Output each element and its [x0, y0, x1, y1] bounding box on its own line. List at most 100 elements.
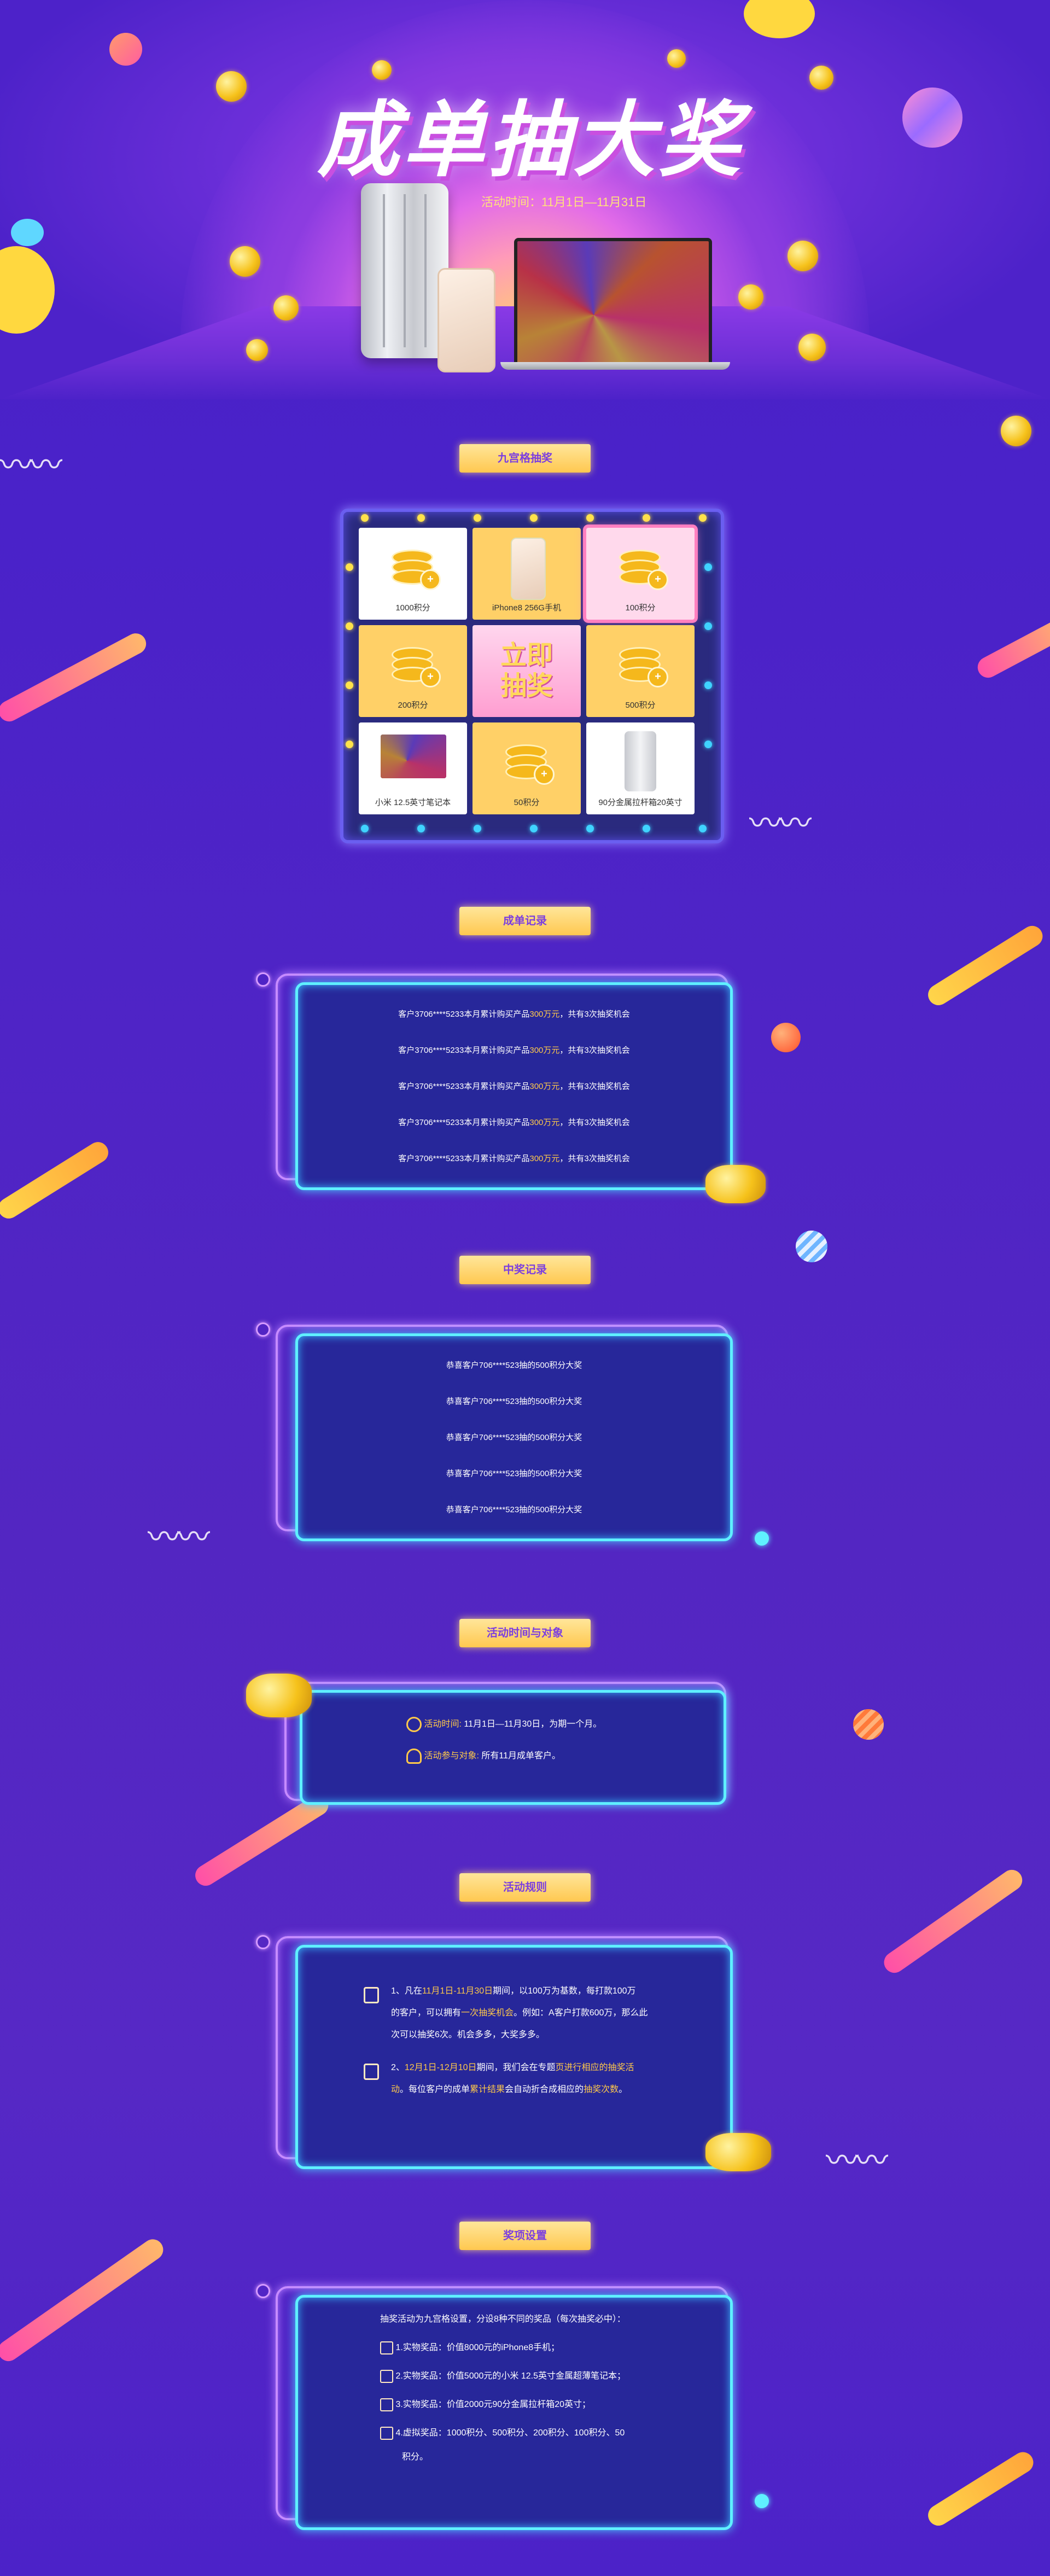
grid-prize-50-points: + 50积分 [472, 722, 581, 814]
grid-lamp [704, 741, 712, 748]
blue-balloon [11, 219, 44, 246]
coin-pile-icon [246, 1674, 312, 1717]
decor-bar [924, 922, 1047, 1010]
decor-bar [880, 1866, 1026, 1977]
grid-prize-1000-points: + 1000积分 [359, 528, 467, 620]
grid-prize-500-points: + 500积分 [586, 625, 695, 717]
grid-lamp [346, 563, 353, 571]
coin-icon [1001, 416, 1031, 446]
section-title-grid: 九宫格抽奖 [459, 444, 591, 473]
rule-2: 2、12月1日-12月10日期间，我们会在专题页进行相应的抽奖活 动。每位客户的… [391, 2063, 634, 2094]
record-line: 客户3706****5233本月累计购买产品300万元，共有3次抽奖机会 [398, 1154, 630, 1163]
grid-lamp [361, 825, 369, 832]
yellow-balloon [0, 246, 55, 334]
section-title-time-target: 活动时间与对象 [459, 1619, 591, 1647]
grid-lamp [346, 681, 353, 689]
grid-prize-iphone: iPhone8 256G手机 [472, 528, 581, 620]
planet-decor [771, 1023, 801, 1052]
striped-ball [109, 33, 142, 66]
laptop-image [514, 238, 712, 368]
record-line: 客户3706****5233本月累计购买产品300万元，共有3次抽奖机会 [398, 1046, 630, 1055]
activity-time: 活动时间：11月1日—11月31日 [481, 195, 647, 209]
decor-bar [0, 1138, 113, 1223]
wave-decor: 〰〰 [826, 2142, 888, 2179]
page-title: 成单抽大奖 [317, 94, 744, 186]
prize-item-2: 2.实物奖品：价值5000元的小米 12.5英寸金属超薄笔记本； [380, 2365, 626, 2387]
coin-icon [216, 71, 247, 102]
grid-prize-100-points: + 100积分 [586, 528, 695, 620]
coin-icon [788, 241, 818, 271]
prize-item-4: 4.虚拟奖品：1000积分、500积分、200积分、100积分、50 [380, 2422, 625, 2444]
coin-icon [372, 60, 392, 80]
wave-decor: 〰〰 [0, 447, 62, 483]
decor-bar [924, 2448, 1037, 2530]
neon-dot [755, 2494, 769, 2508]
coin-icon [738, 284, 763, 310]
decor-bar [0, 2235, 167, 2365]
coin-icon [667, 49, 686, 68]
gift-icon [380, 2369, 393, 2383]
grid-lamp [586, 514, 594, 522]
grid-lamp [361, 514, 369, 522]
decor-bar [974, 614, 1050, 681]
grid-lamp [586, 825, 594, 832]
grid-prize-suitcase: 90分金属拉杆箱20英寸 [586, 722, 695, 814]
gift-icon [380, 2341, 393, 2354]
activity-target-row: 活动参与对象: 所有11月成单客户。 [406, 1745, 561, 1767]
clipboard-icon [364, 1987, 379, 2003]
section-title-prizes: 奖项设置 [459, 2222, 591, 2250]
draw-now-button[interactable]: 立即抽奖 [472, 625, 581, 717]
activity-time-row: 活动时间: 11月1日—11月30日，为期一个月。 [406, 1714, 602, 1735]
wave-decor: 〰〰 [749, 805, 812, 842]
laptop-base [500, 362, 730, 370]
neon-dot [256, 972, 270, 987]
gift-icon [380, 2426, 393, 2440]
grid-prize-laptop: 小米 12.5英寸笔记本 [359, 722, 467, 814]
grid-lamp [346, 741, 353, 748]
draw-now-label: 立即抽奖 [500, 641, 553, 701]
neon-dot [256, 1935, 270, 1949]
grid-lamp [704, 622, 712, 630]
clock-icon [406, 1716, 422, 1732]
winners-panel: 恭喜客户706****523抽的500积分大奖 恭喜客户706****523抽的… [295, 1333, 733, 1541]
grid-lamp [643, 825, 650, 832]
grid-lamp [530, 514, 538, 522]
prizes-panel: 抽奖活动为九宫格设置，分设8种不同的奖品（每次抽奖必中）： 1.实物奖品：价值8… [295, 2295, 733, 2530]
rules-panel: 1、凡在11月1日-11月30日期间，以100万为基数，每打款100万 的客户，… [295, 1945, 733, 2169]
record-line: 客户3706****5233本月累计购买产品300万元，共有3次抽奖机会 [398, 1082, 630, 1091]
suitcase-thumbnail [625, 731, 656, 791]
wave-decor: 〰〰 [148, 1519, 210, 1555]
section-title-records: 成单记录 [459, 907, 591, 935]
gift-icon [380, 2398, 393, 2411]
grid-lamp [699, 825, 707, 832]
winner-line: 恭喜客户706****523抽的500积分大奖 [446, 1433, 582, 1442]
grid-lamp [474, 825, 481, 832]
neon-dot [755, 1531, 769, 1546]
hero-banner: 成单抽大奖 活动时间：11月1日—11月31日 [0, 0, 1050, 399]
laptop-thumbnail [381, 735, 446, 778]
records-panel: 客户3706****5233本月累计购买产品300万元，共有3次抽奖机会 客户3… [295, 982, 733, 1190]
section-title-rules: 活动规则 [459, 1873, 591, 1902]
prize-item-4-cont: 积分。 [402, 2452, 429, 2462]
planet-decor [853, 1709, 884, 1740]
grid-lamp [704, 681, 712, 689]
iphone-thumbnail [511, 538, 546, 600]
planet-decor [796, 1231, 827, 1262]
decor-bar [191, 1791, 332, 1890]
prizes-intro: 抽奖活动为九宫格设置，分设8种不同的奖品（每次抽奖必中）： [380, 2315, 626, 2324]
grid-lamp [417, 825, 425, 832]
winner-line: 恭喜客户706****523抽的500积分大奖 [446, 1397, 582, 1406]
coin-icon [273, 295, 299, 320]
coin-icon [798, 334, 826, 361]
grid-lamp [346, 622, 353, 630]
prize-item-1: 1.实物奖品：价值8000元的iPhone8手机； [380, 2337, 559, 2359]
coin-icon [246, 339, 268, 361]
decor-bar [0, 630, 150, 725]
grid-lamp [530, 825, 538, 832]
grid-lamp [643, 514, 650, 522]
neon-dot [256, 1322, 270, 1337]
record-line: 客户3706****5233本月累计购买产品300万元，共有3次抽奖机会 [398, 1010, 630, 1019]
prize-item-3: 3.实物奖品：价值2000元90分金属拉杆箱20英寸； [380, 2394, 591, 2416]
grid-lamp [699, 514, 707, 522]
suitcase-image [361, 183, 448, 358]
